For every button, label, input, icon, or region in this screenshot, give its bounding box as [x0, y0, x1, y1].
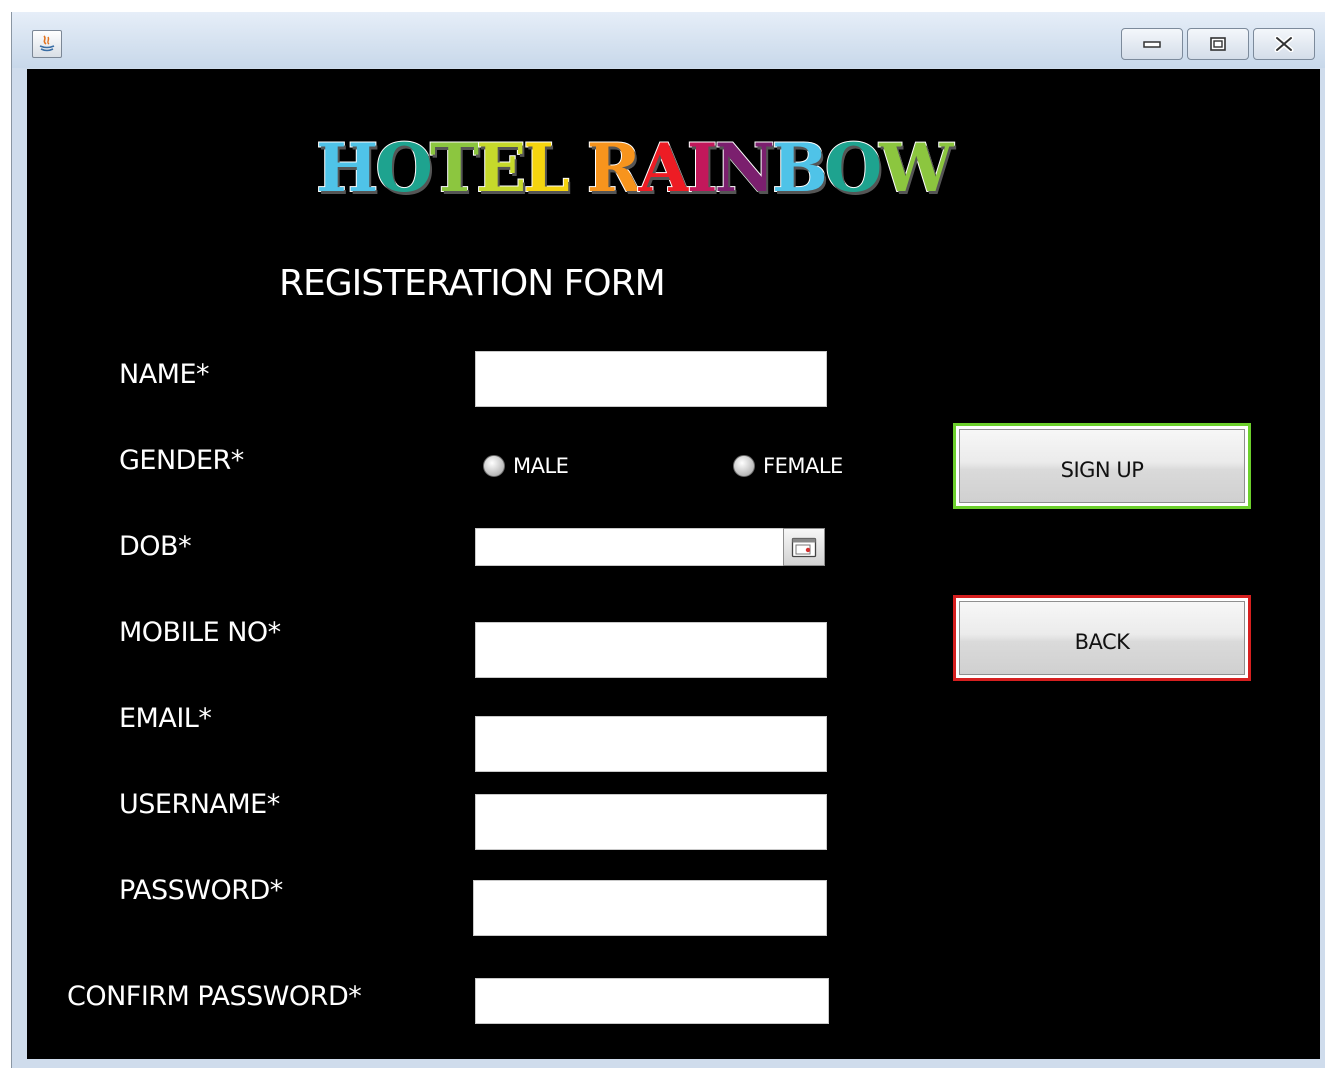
logo-letter: O: [824, 129, 883, 207]
minimize-icon: [1143, 41, 1161, 48]
logo-letter: R: [586, 129, 643, 207]
calendar-icon: [791, 537, 817, 558]
email-label: EMAIL*: [119, 703, 212, 734]
minimize-button[interactable]: [1121, 28, 1183, 60]
logo-letter: H: [315, 129, 379, 207]
username-label: USERNAME*: [119, 789, 280, 820]
confirm-password-field[interactable]: [475, 978, 829, 1024]
logo-letter: B: [771, 129, 829, 207]
title-bar[interactable]: [12, 12, 1325, 68]
logo-letter: A: [638, 129, 691, 207]
app-window: HOTEL RAINBOW REGISTERATION FORM NAME* G…: [11, 12, 1325, 1068]
logo-letter: W: [878, 129, 954, 207]
logo-letter: [567, 131, 587, 205]
male-radio-label[interactable]: MALE: [513, 454, 569, 478]
email-field[interactable]: [475, 716, 827, 772]
gender-label: GENDER*: [119, 445, 244, 476]
form-panel: HOTEL RAINBOW REGISTERATION FORM NAME* G…: [27, 69, 1320, 1059]
gender-female-option[interactable]: FEMALE: [733, 454, 843, 478]
maximize-button[interactable]: [1187, 28, 1249, 60]
name-field[interactable]: [475, 351, 827, 407]
hotel-rainbow-logo: HOTEL RAINBOW: [315, 129, 954, 207]
close-button[interactable]: [1253, 28, 1315, 60]
logo-letter: O: [374, 129, 433, 207]
logo-letter: L: [522, 129, 570, 207]
mobile-field[interactable]: [475, 622, 827, 678]
maximize-icon: [1210, 37, 1226, 51]
logo-letter: N: [714, 129, 776, 207]
back-label[interactable]: BACK: [959, 601, 1245, 675]
password-field[interactable]: [473, 880, 827, 936]
confirm-password-label: CONFIRM PASSWORD*: [67, 981, 362, 1012]
logo-letter: E: [475, 129, 527, 207]
logo-letter: T: [429, 129, 480, 207]
date-picker-button[interactable]: [783, 528, 825, 566]
name-label: NAME*: [119, 359, 210, 390]
logo-letter: I: [686, 129, 719, 207]
sign-up-label[interactable]: SIGN UP: [959, 429, 1245, 503]
java-icon[interactable]: [32, 30, 62, 58]
username-field[interactable]: [475, 794, 827, 850]
sign-up-button[interactable]: SIGN UP: [953, 423, 1251, 509]
password-label: PASSWORD*: [119, 875, 283, 906]
close-icon: [1274, 36, 1294, 52]
gender-male-option[interactable]: MALE: [483, 454, 569, 478]
form-title: REGISTERATION FORM: [279, 263, 666, 304]
female-radio-label[interactable]: FEMALE: [763, 454, 843, 478]
male-radio-button[interactable]: [483, 455, 505, 477]
dob-date-field[interactable]: [475, 528, 784, 566]
female-radio-button[interactable]: [733, 455, 755, 477]
dob-label: DOB*: [119, 531, 192, 562]
back-button[interactable]: BACK: [953, 595, 1251, 681]
mobile-label: MOBILE NO*: [119, 617, 281, 648]
